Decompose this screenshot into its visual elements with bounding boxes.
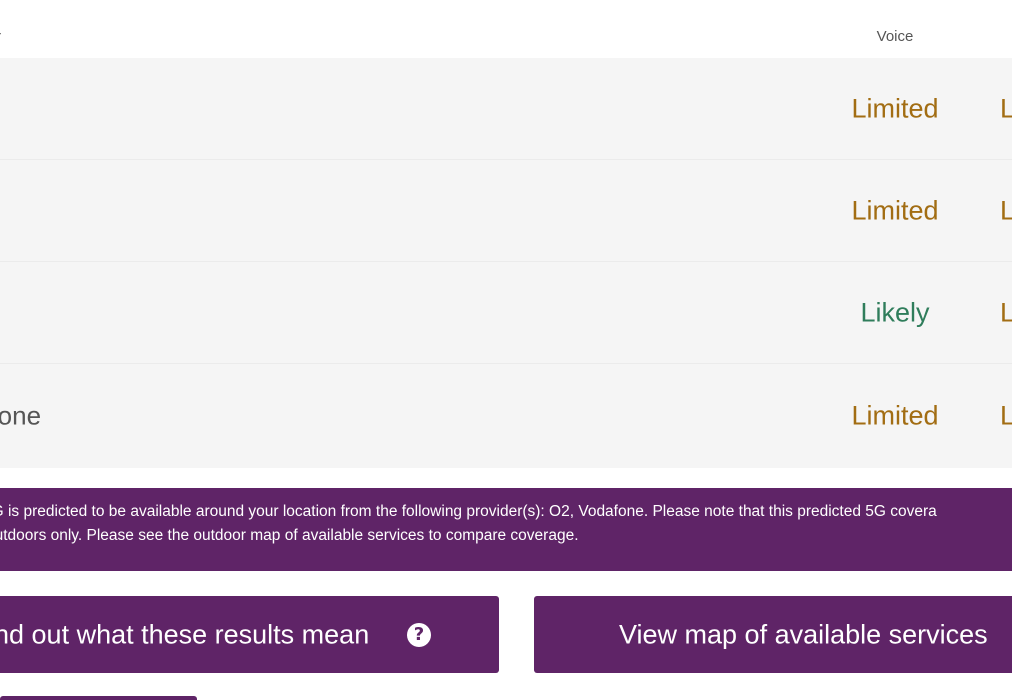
question-circle-icon: ? <box>407 622 431 647</box>
notice-text: 5G is predicted to be available around y… <box>0 503 937 520</box>
find-out-results-button[interactable]: ind out what these results mean ? <box>0 596 499 673</box>
table-row: afone Limited L <box>0 364 1012 468</box>
voice-status: Limited <box>851 93 939 123</box>
data-status: L <box>1000 195 1012 225</box>
find-out-results-label: ind out what these results mean <box>0 619 370 649</box>
notice-text-suffix: to compare coverage. <box>424 527 579 544</box>
partial-button[interactable] <box>0 696 197 700</box>
notice-text-line-2: outdoors only. Please see the outdoor ma… <box>0 524 1012 548</box>
notice-text-prefix: outdoors only. Please see the <box>0 527 194 544</box>
provider-column-header: r <box>0 28 1 45</box>
coverage-results-page: r Voice Limited L e Limited L Likely L a… <box>0 0 1012 700</box>
outdoor-map-link[interactable]: outdoor map of available services <box>193 527 424 544</box>
provider-name: afone <box>0 400 42 431</box>
table-row: Likely L <box>0 262 1012 364</box>
data-status: L <box>1000 93 1012 123</box>
table-row: Limited L <box>0 58 1012 160</box>
view-map-button[interactable]: View map of available services <box>534 596 1012 673</box>
results-table-header: r Voice <box>0 0 1012 58</box>
5g-availability-notice: 5G is predicted to be available around y… <box>0 488 1012 571</box>
voice-status: Limited <box>851 195 939 225</box>
data-status: L <box>1000 297 1012 327</box>
voice-status: Likely <box>860 297 930 327</box>
data-status: L <box>1000 400 1012 431</box>
results-table-body: Limited L e Limited L Likely L afone Lim… <box>0 58 1012 468</box>
voice-column-header: Voice <box>876 28 914 45</box>
voice-status: Limited <box>851 400 939 431</box>
view-map-label: View map of available services <box>619 619 988 649</box>
table-row: e Limited L <box>0 160 1012 262</box>
